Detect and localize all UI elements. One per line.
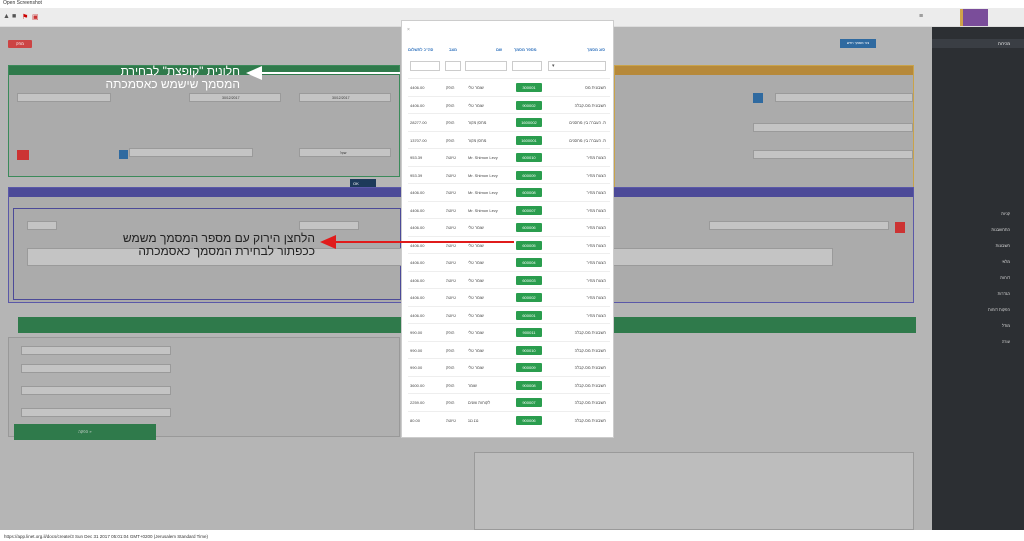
status-url: https://app.linet.org.il/docs/create/3 S… xyxy=(0,532,1024,541)
arrow-mid-head xyxy=(320,235,336,249)
arrow-top-head xyxy=(246,66,262,80)
annotation-mid: הלחצן הירוק עם מספר המסמך משמש ככפתור לב… xyxy=(122,231,315,258)
annotation-top: חלונית "קופצת" לבחירת המסמך שישמש כאסמכת… xyxy=(105,64,240,91)
